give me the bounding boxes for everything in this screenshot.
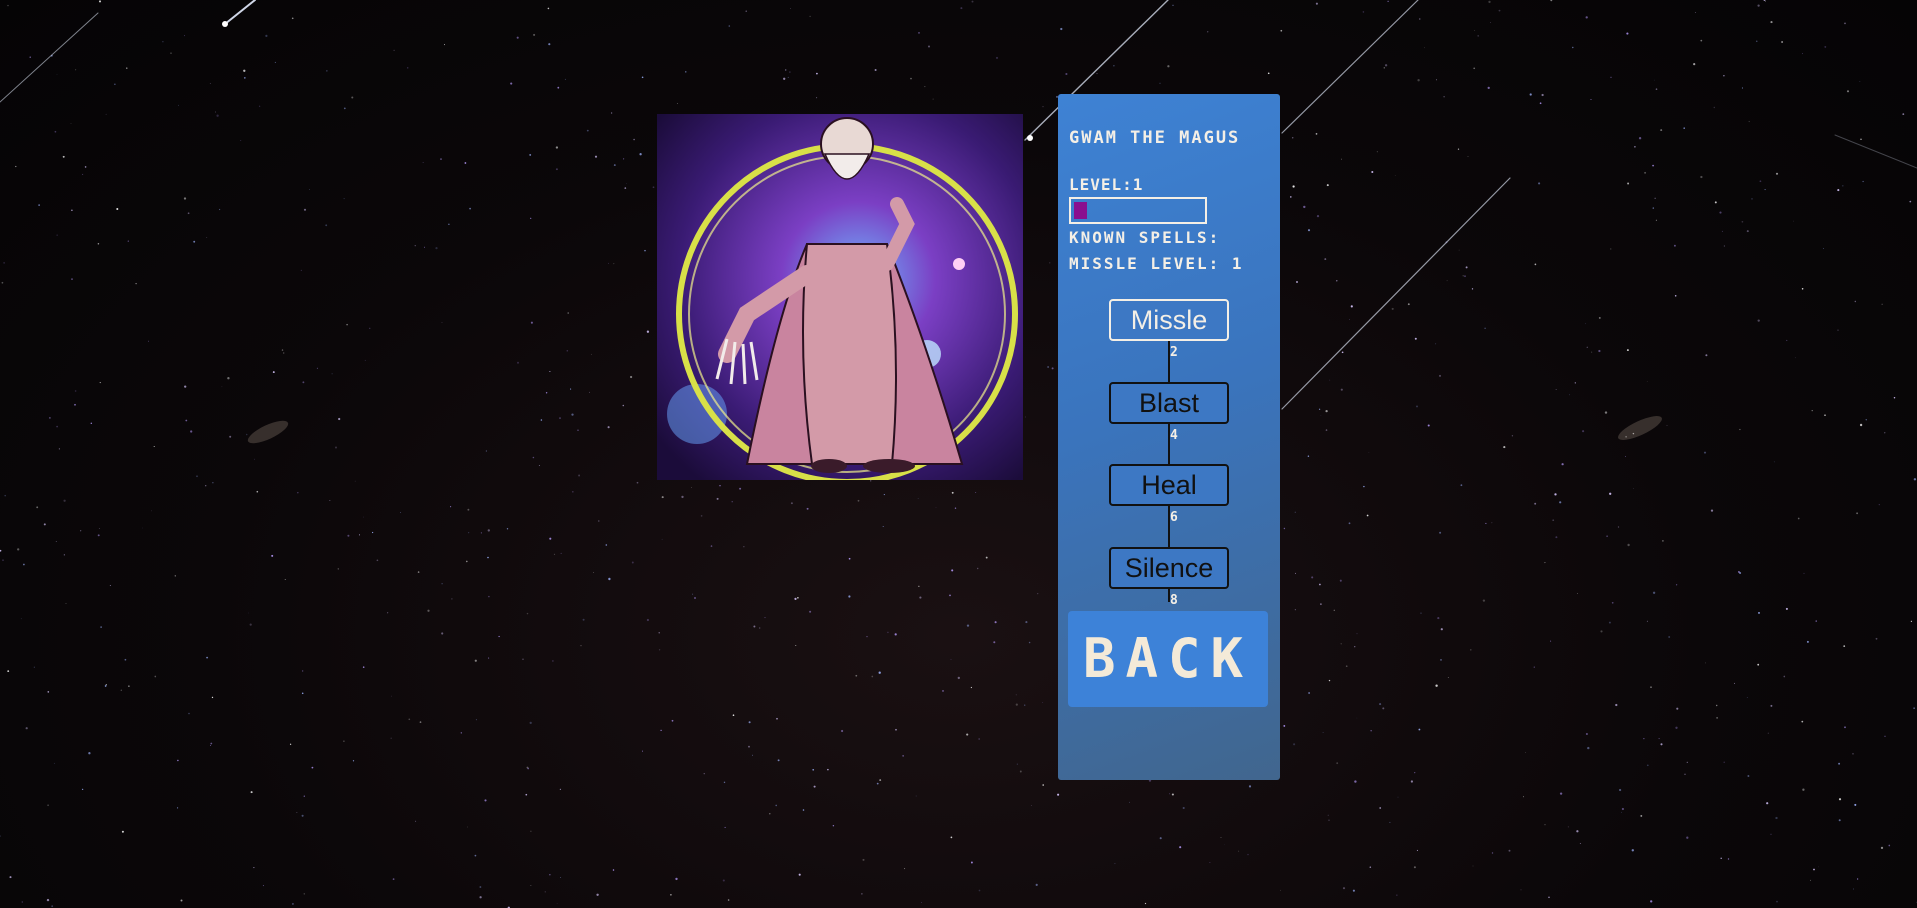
xp-bar <box>1069 197 1207 224</box>
spell-cost-heal: 6 <box>1170 510 1178 525</box>
character-name: GWAM THE MAGUS <box>1069 128 1241 148</box>
spell-cost-missle: 2 <box>1170 345 1178 360</box>
known-spells-label: KNOWN SPELLS: <box>1069 228 1221 247</box>
spell-blast-button[interactable]: Blast <box>1109 382 1229 424</box>
missle-level-text: MISSLE LEVEL: 1 <box>1069 254 1244 273</box>
spell-missle-button[interactable]: Missle <box>1109 299 1229 341</box>
spell-silence-button[interactable]: Silence <box>1109 547 1229 589</box>
level-label: LEVEL:1 <box>1069 175 1144 194</box>
character-portrait <box>657 114 1023 480</box>
xp-bar-fill <box>1074 202 1087 219</box>
character-panel: GWAM THE MAGUS LEVEL:1 KNOWN SPELLS: MIS… <box>1058 94 1280 780</box>
spell-heal-button[interactable]: Heal <box>1109 464 1229 506</box>
spell-cost-blast: 4 <box>1170 428 1178 443</box>
back-button[interactable]: BACK <box>1068 611 1268 707</box>
spell-cost-silence: 8 <box>1170 593 1178 608</box>
wizard-portrait-icon <box>657 114 1023 480</box>
